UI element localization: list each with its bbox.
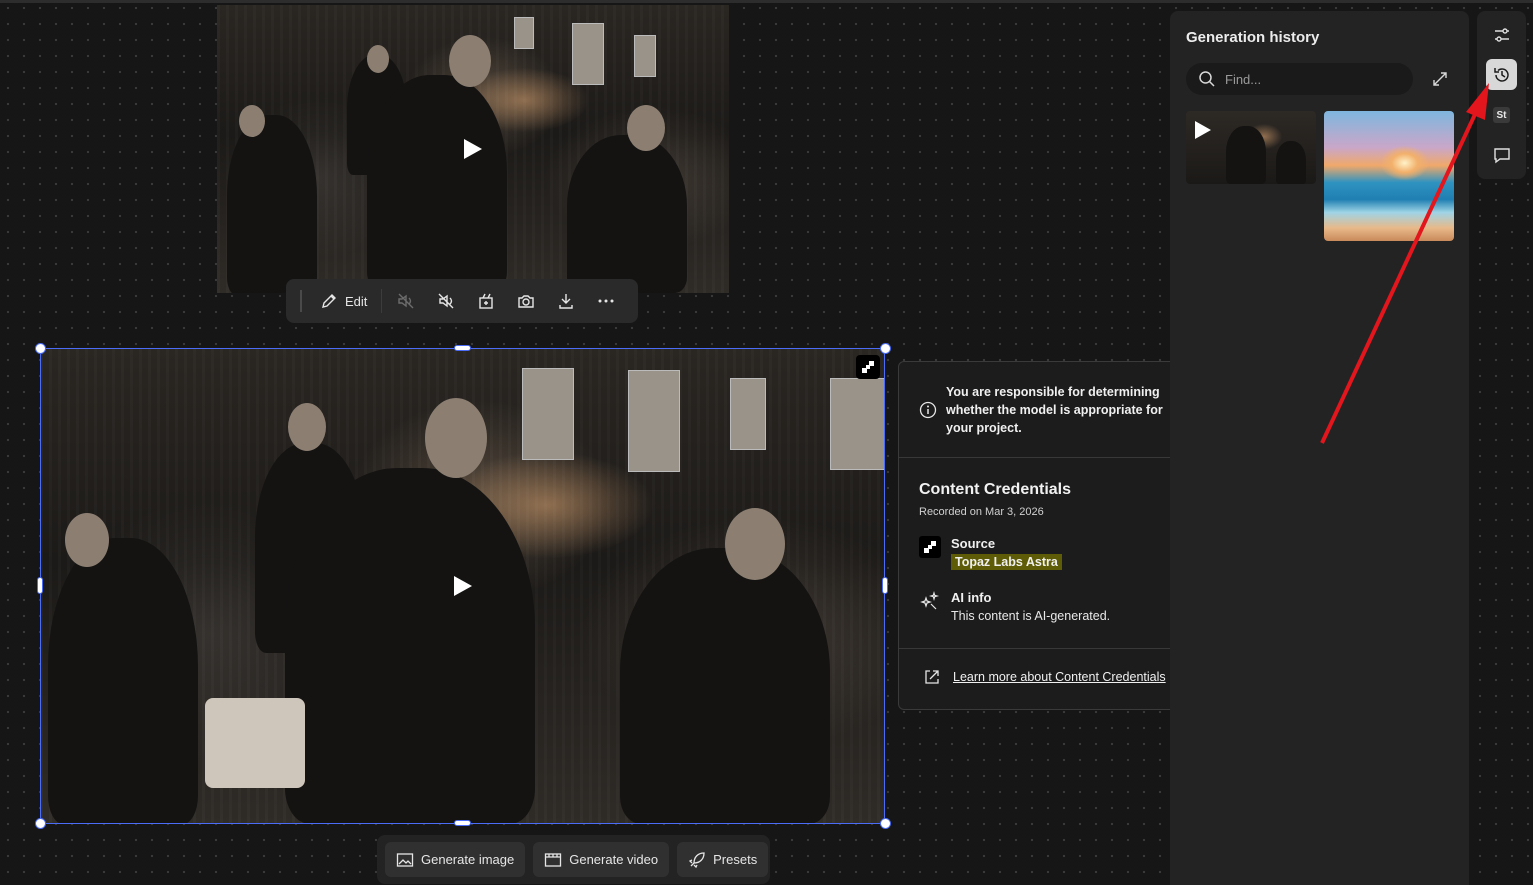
resize-handle-top[interactable] xyxy=(454,345,471,351)
presets-button[interactable]: Presets xyxy=(677,842,769,877)
selection-frame xyxy=(40,348,885,824)
generation-history-panel: Generation history xyxy=(1170,11,1469,885)
resize-handle-right[interactable] xyxy=(882,577,888,594)
pencil-icon xyxy=(322,294,336,308)
ai-info-value: This content is AI-generated. xyxy=(951,609,1111,623)
mute-button[interactable] xyxy=(426,285,466,317)
extend-button[interactable] xyxy=(466,285,506,317)
history-icon xyxy=(1493,67,1509,82)
external-link-icon xyxy=(925,670,939,684)
expand-button[interactable] xyxy=(1428,67,1452,91)
ai-sparkle-icon xyxy=(920,590,940,610)
history-search[interactable] xyxy=(1186,63,1413,95)
audio-off-icon xyxy=(398,293,414,309)
mute-icon xyxy=(438,293,454,309)
cc-source-row: Source Topaz Labs Astra xyxy=(919,536,1062,571)
edit-button[interactable]: Edit xyxy=(310,285,377,317)
learn-more-link[interactable]: Learn more about Content Credentials xyxy=(923,668,1166,686)
history-button[interactable] xyxy=(1486,59,1517,90)
play-icon xyxy=(1195,121,1211,139)
ai-info-label: AI info xyxy=(951,590,992,605)
content-credentials-popover: You are responsible for determining whet… xyxy=(898,361,1198,710)
settings-button[interactable] xyxy=(1486,19,1517,50)
more-button[interactable] xyxy=(586,285,626,317)
more-icon xyxy=(598,299,614,303)
right-rail xyxy=(1477,11,1526,179)
history-thumb-video[interactable] xyxy=(1186,111,1316,184)
generate-image-button[interactable]: Generate image xyxy=(385,842,526,877)
stock-badge[interactable]: St xyxy=(1493,107,1510,123)
resize-handle-bottom-left[interactable] xyxy=(35,818,46,829)
generate-image-label: Generate image xyxy=(421,852,515,867)
drag-handle[interactable] xyxy=(300,290,302,312)
edit-label: Edit xyxy=(345,293,368,309)
play-icon[interactable] xyxy=(464,139,482,159)
panel-title: Generation history xyxy=(1186,29,1320,46)
top-border xyxy=(0,0,1533,3)
model-warning: You are responsible for determining whet… xyxy=(919,383,1183,437)
resize-handle-left[interactable] xyxy=(37,577,43,594)
camera-icon xyxy=(518,295,535,308)
audio-off-button[interactable] xyxy=(386,285,426,317)
resize-handle-bottom-right[interactable] xyxy=(880,818,891,829)
resize-handle-bottom[interactable] xyxy=(454,820,471,826)
generate-video-button[interactable]: Generate video xyxy=(533,842,670,877)
history-thumb-beach[interactable] xyxy=(1324,111,1454,241)
cc-recorded-date: Recorded on Mar 3, 2026 xyxy=(919,506,1044,518)
image-icon xyxy=(396,852,414,867)
source-icon xyxy=(919,536,941,558)
resize-handle-top-left[interactable] xyxy=(35,343,46,354)
media-toolbar: Edit xyxy=(286,279,638,323)
download-icon xyxy=(559,294,574,309)
sliders-icon xyxy=(1494,27,1509,42)
generate-bar: Generate image Generate video Presets xyxy=(377,835,770,884)
info-icon xyxy=(919,401,937,419)
snapshot-button[interactable] xyxy=(506,285,546,317)
upper-video-thumbnail[interactable] xyxy=(217,5,729,293)
source-label: Source xyxy=(951,536,996,551)
cc-title: Content Credentials xyxy=(919,481,1072,498)
search-input[interactable] xyxy=(1223,70,1397,88)
resize-handle-top-right[interactable] xyxy=(880,343,891,354)
chat-button[interactable] xyxy=(1486,139,1517,170)
chat-icon xyxy=(1493,147,1510,163)
expand-icon xyxy=(1433,72,1447,86)
presets-label: Presets xyxy=(713,852,758,867)
download-button[interactable] xyxy=(546,285,586,317)
search-icon xyxy=(1199,71,1215,87)
learn-more-label: Learn more about Content Credentials xyxy=(953,670,1166,684)
video-icon xyxy=(545,852,562,867)
model-warning-text: You are responsible for determining whet… xyxy=(946,385,1163,435)
generate-video-label: Generate video xyxy=(569,852,659,867)
cc-ai-row: AI info This content is AI-generated. xyxy=(919,590,1110,623)
rocket-icon xyxy=(689,851,705,868)
extend-icon xyxy=(479,293,494,309)
source-value: Topaz Labs Astra xyxy=(951,554,1062,570)
